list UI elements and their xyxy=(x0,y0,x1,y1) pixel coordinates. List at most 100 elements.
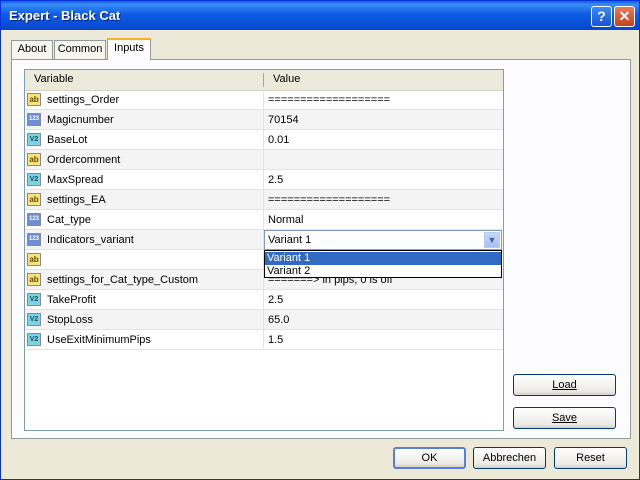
variable-name: Indicators_variant xyxy=(47,234,134,246)
variable-cell[interactable]: ab xyxy=(25,250,264,270)
variable-cell[interactable]: ab settings_EA xyxy=(25,190,264,210)
column-header-variable[interactable]: Variable xyxy=(34,73,74,85)
window-title: Expert - Black Cat xyxy=(9,8,121,23)
table-row[interactable]: V2 TakeProfit 2.5 xyxy=(25,290,503,310)
cancel-button[interactable]: Abbrechen xyxy=(473,447,546,469)
double-type-icon: V2 xyxy=(27,293,41,306)
variable-cell[interactable]: V2 StopLoss xyxy=(25,310,264,330)
variable-name: TakeProfit xyxy=(47,294,96,306)
integer-type-icon: 123 xyxy=(27,233,41,246)
tab-about-label: About xyxy=(17,43,47,55)
column-header-value[interactable]: Value xyxy=(273,73,300,85)
value-cell[interactable]: =================== xyxy=(264,190,503,210)
variable-value: 65.0 xyxy=(268,314,290,326)
variable-name: StopLoss xyxy=(47,314,93,326)
variable-value: =================== xyxy=(268,194,391,206)
ok-button[interactable]: OK xyxy=(393,447,466,469)
value-cell[interactable]: 2.5 xyxy=(264,290,503,310)
string-type-icon: ab xyxy=(27,93,41,106)
close-icon: ✕ xyxy=(618,8,631,24)
table-row[interactable]: ab settings_Order =================== xyxy=(25,90,503,110)
indicators-variant-select[interactable]: Variant 1 ▼ xyxy=(264,230,502,250)
reset-button-label: Reset xyxy=(576,452,605,464)
tab-common-label: Common xyxy=(57,43,103,55)
variable-value: Normal xyxy=(268,214,304,226)
dropdown-option-variant-1[interactable]: Variant 1 xyxy=(265,252,501,265)
tab-about[interactable]: About xyxy=(11,40,53,59)
value-cell[interactable]: Normal xyxy=(264,210,503,230)
variable-cell[interactable]: V2 BaseLot xyxy=(25,130,264,150)
string-type-icon: ab xyxy=(27,153,41,166)
expert-dialog: Expert - Black Cat ? ✕ About Common Inpu… xyxy=(0,0,640,480)
chevron-down-icon[interactable]: ▼ xyxy=(484,232,500,248)
variable-cell[interactable]: ab Ordercomment xyxy=(25,150,264,170)
variable-name: Cat_type xyxy=(47,214,92,226)
load-button-label: Load xyxy=(552,379,577,391)
variable-name: Ordercomment xyxy=(47,154,121,166)
title-bar[interactable]: Expert - Black Cat ? ✕ xyxy=(1,1,639,30)
load-button[interactable]: Load xyxy=(513,374,616,396)
variable-cell[interactable]: ab settings_for_Cat_type_Custom xyxy=(25,270,264,290)
variable-value: 1.5 xyxy=(268,334,284,346)
double-type-icon: V2 xyxy=(27,173,41,186)
string-type-icon: ab xyxy=(27,273,41,286)
variable-cell[interactable]: V2 TakeProfit xyxy=(25,290,264,310)
variable-value: 70154 xyxy=(268,114,299,126)
tab-common[interactable]: Common xyxy=(54,40,106,59)
save-button-label: Save xyxy=(551,412,578,424)
integer-type-icon: 123 xyxy=(27,113,41,126)
close-button[interactable]: ✕ xyxy=(614,6,635,27)
tab-inputs-label: Inputs xyxy=(114,42,144,54)
value-cell[interactable]: 70154 xyxy=(264,110,503,130)
double-type-icon: V2 xyxy=(27,313,41,326)
table-row[interactable]: V2 MaxSpread 2.5 xyxy=(25,170,503,190)
table-row[interactable]: ab Ordercomment xyxy=(25,150,503,170)
value-cell[interactable]: 0.01 xyxy=(264,130,503,150)
variable-name: settings_Order xyxy=(47,94,120,106)
variant-dropdown-list: Variant 1 Variant 2 xyxy=(264,250,502,278)
grid-header: Variable Value xyxy=(25,70,503,91)
string-type-icon: ab xyxy=(27,253,41,266)
variable-cell[interactable]: 123 Indicators_variant xyxy=(25,230,264,250)
value-cell[interactable] xyxy=(264,150,503,170)
ok-button-label: OK xyxy=(421,452,438,464)
double-type-icon: V2 xyxy=(27,333,41,346)
integer-type-icon: 123 xyxy=(27,213,41,226)
variable-value: 2.5 xyxy=(268,294,284,306)
variable-cell[interactable]: V2 MaxSpread xyxy=(25,170,264,190)
table-row[interactable]: 123 Magicnumber 70154 xyxy=(25,110,503,130)
tab-inputs[interactable]: Inputs xyxy=(107,38,151,60)
variable-cell[interactable]: V2 UseExitMinimumPips xyxy=(25,330,264,350)
variable-cell[interactable]: 123 Cat_type xyxy=(25,210,264,230)
table-row[interactable]: V2 UseExitMinimumPips 1.5 xyxy=(25,330,503,350)
table-row[interactable]: V2 BaseLot 0.01 xyxy=(25,130,503,150)
help-button[interactable]: ? xyxy=(591,6,612,27)
select-value: Variant 1 xyxy=(268,234,312,246)
variable-name: settings_EA xyxy=(47,194,106,206)
value-cell[interactable]: =================== xyxy=(264,90,503,110)
value-cell[interactable]: 1.5 xyxy=(264,330,503,350)
help-icon: ? xyxy=(597,8,606,24)
double-type-icon: V2 xyxy=(27,133,41,146)
value-cell[interactable]: 65.0 xyxy=(264,310,503,330)
value-cell[interactable]: 2.5 xyxy=(264,170,503,190)
table-row[interactable]: ab settings_EA =================== xyxy=(25,190,503,210)
variable-cell[interactable]: 123 Magicnumber xyxy=(25,110,264,130)
table-row[interactable]: 123 Cat_type Normal xyxy=(25,210,503,230)
variable-name: Magicnumber xyxy=(47,114,114,126)
variable-name: UseExitMinimumPips xyxy=(47,334,151,346)
variable-cell[interactable]: ab settings_Order xyxy=(25,90,264,110)
variable-name: settings_for_Cat_type_Custom xyxy=(47,274,199,286)
dropdown-option-variant-2[interactable]: Variant 2 xyxy=(265,265,501,278)
variable-name: MaxSpread xyxy=(47,174,104,186)
variable-value: =================== xyxy=(268,94,391,106)
column-divider[interactable] xyxy=(263,73,264,87)
table-row[interactable]: V2 StopLoss 65.0 xyxy=(25,310,503,330)
save-button[interactable]: Save xyxy=(513,407,616,429)
reset-button[interactable]: Reset xyxy=(554,447,627,469)
cancel-button-label: Abbrechen xyxy=(482,452,537,464)
string-type-icon: ab xyxy=(27,193,41,206)
variable-value: 0.01 xyxy=(268,134,290,146)
variable-name: BaseLot xyxy=(47,134,88,146)
variable-value: 2.5 xyxy=(268,174,284,186)
